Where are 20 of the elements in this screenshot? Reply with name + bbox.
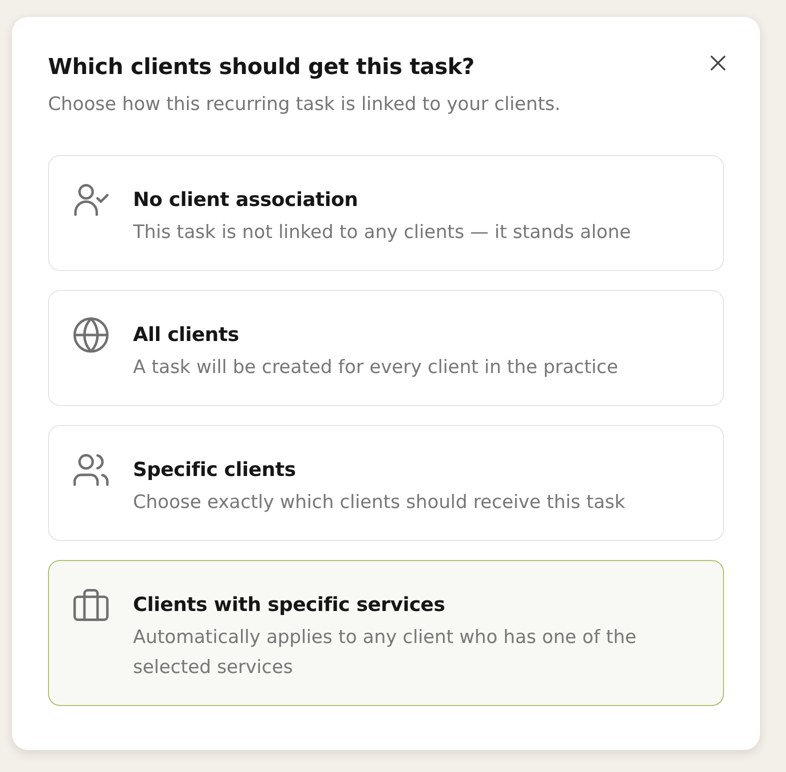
option-card[interactable]: Clients with specific services Automatically applies to any client who has one of the selected services: [48, 560, 724, 706]
option-card[interactable]: All clients A task will be created for every client in the practice: [48, 290, 724, 406]
option-description: Choose exactly which clients should receive this task: [133, 491, 626, 515]
dialog-subtitle: Choose how this recurring task is linked to your clients.: [48, 93, 561, 117]
option-description: This task is not linked to any clients — it stands alone: [133, 221, 631, 245]
option-card[interactable]: No client association This task is not linked to any clients — it stands alone: [48, 155, 724, 271]
option-card[interactable]: Specific clients Choose exactly which clients should receive this task: [48, 425, 724, 541]
people-icon: [73, 452, 109, 488]
briefcase-icon: [73, 587, 109, 623]
globe-icon: [73, 317, 109, 353]
option-title: Specific clients: [133, 457, 297, 483]
close-icon: [709, 54, 727, 72]
option-title: No client association: [133, 187, 359, 213]
option-description: Automatically applies to any client who has one of the selected services: [133, 626, 638, 680]
person-check-icon: [73, 182, 109, 218]
option-title: Clients with specific services: [133, 592, 446, 618]
close-button[interactable]: [709, 54, 727, 72]
option-description: A task will be created for every client in the practice: [133, 356, 618, 380]
dialog-title: Which clients should get this task?: [48, 54, 476, 82]
option-title: All clients: [133, 322, 240, 348]
